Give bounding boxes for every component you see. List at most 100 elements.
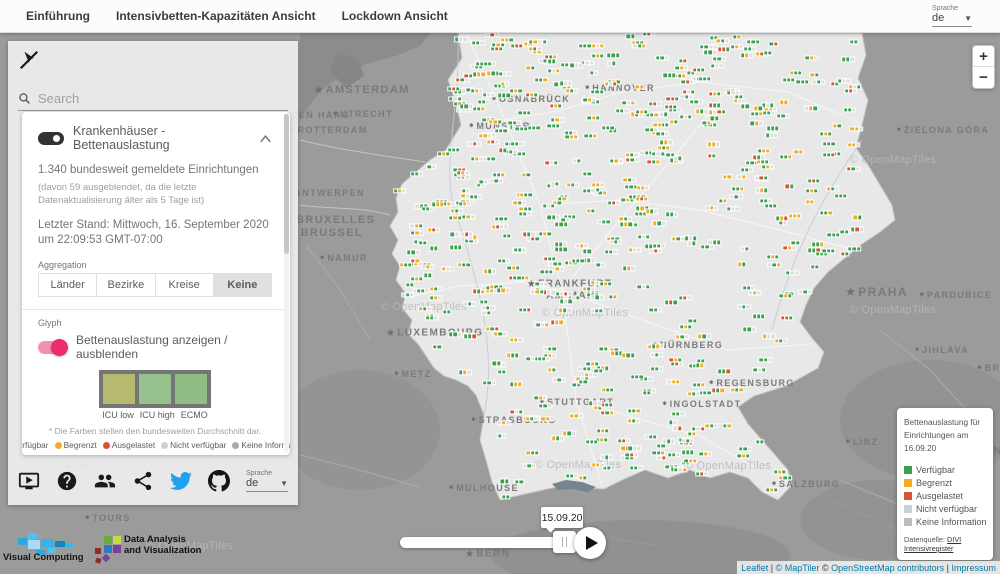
hospital-marker[interactable] xyxy=(611,352,623,355)
hospital-marker[interactable] xyxy=(469,142,481,145)
hospital-marker[interactable] xyxy=(509,121,521,124)
hospital-marker[interactable] xyxy=(762,165,774,168)
hospital-marker[interactable] xyxy=(579,44,591,47)
hospital-marker[interactable] xyxy=(609,296,616,299)
hospital-marker[interactable] xyxy=(507,354,519,357)
aggregation-kreise-button[interactable]: Kreise xyxy=(156,273,214,297)
hospital-marker[interactable] xyxy=(765,107,777,110)
hospital-marker[interactable] xyxy=(443,311,450,314)
hospital-marker[interactable] xyxy=(629,447,641,450)
aggregation-keine-button[interactable]: Keine xyxy=(214,273,272,297)
hospital-marker[interactable] xyxy=(526,418,538,421)
hospital-marker[interactable] xyxy=(650,249,662,252)
hospital-marker[interactable] xyxy=(626,453,638,456)
hospital-marker[interactable] xyxy=(477,183,484,186)
hospital-marker[interactable] xyxy=(516,127,528,130)
hospital-marker[interactable] xyxy=(784,246,796,249)
hospital-marker[interactable] xyxy=(811,74,818,77)
hospital-marker[interactable] xyxy=(709,92,721,95)
hospital-marker[interactable] xyxy=(460,105,472,108)
glyph-visibility-toggle[interactable] xyxy=(38,341,66,354)
hospital-marker[interactable] xyxy=(669,421,676,424)
hospital-marker[interactable] xyxy=(848,143,860,146)
hospital-marker[interactable] xyxy=(491,179,503,182)
hospital-marker[interactable] xyxy=(402,293,414,296)
hospital-marker[interactable] xyxy=(754,368,766,371)
hospital-marker[interactable] xyxy=(779,221,786,224)
hospital-marker[interactable] xyxy=(486,327,498,330)
hospital-marker[interactable] xyxy=(706,425,718,428)
hospital-marker[interactable] xyxy=(850,40,857,43)
hospital-marker[interactable] xyxy=(697,360,704,363)
hospital-marker[interactable] xyxy=(492,43,504,46)
hospital-marker[interactable] xyxy=(456,78,468,81)
hospital-marker[interactable] xyxy=(521,276,528,279)
hospital-marker[interactable] xyxy=(797,80,809,83)
hospital-marker[interactable] xyxy=(482,307,494,310)
hospital-marker[interactable] xyxy=(510,89,522,92)
hospital-marker[interactable] xyxy=(470,195,482,198)
hospital-marker[interactable] xyxy=(823,142,835,145)
hospital-marker[interactable] xyxy=(653,451,665,454)
hospital-marker[interactable] xyxy=(449,97,461,100)
hospital-marker[interactable] xyxy=(667,97,679,100)
hospital-marker[interactable] xyxy=(685,459,697,462)
hospital-marker[interactable] xyxy=(527,238,539,241)
hospital-marker[interactable] xyxy=(781,317,793,320)
hospital-marker[interactable] xyxy=(570,414,582,417)
hospital-marker[interactable] xyxy=(587,362,599,365)
tab-intensivbetten[interactable]: Intensivbetten-Kapazitäten Ansicht xyxy=(116,9,316,23)
hospital-marker[interactable] xyxy=(622,198,634,201)
hospital-marker[interactable] xyxy=(426,317,438,320)
hospital-marker[interactable] xyxy=(668,380,680,383)
hospital-marker[interactable] xyxy=(627,35,634,38)
hospital-marker[interactable] xyxy=(795,151,802,154)
hospital-marker[interactable] xyxy=(411,277,423,280)
hospital-marker[interactable] xyxy=(601,411,613,414)
hospital-marker[interactable] xyxy=(499,72,511,75)
hospital-marker[interactable] xyxy=(586,440,598,443)
hospital-marker[interactable] xyxy=(698,335,710,338)
hospital-marker[interactable] xyxy=(743,328,755,331)
hospital-marker[interactable] xyxy=(471,157,483,160)
hospital-marker[interactable] xyxy=(774,470,786,473)
hospital-marker[interactable] xyxy=(548,124,560,127)
hospital-marker[interactable] xyxy=(668,454,680,457)
hospital-marker[interactable] xyxy=(724,424,731,427)
hospital-marker[interactable] xyxy=(471,89,483,92)
hospital-marker[interactable] xyxy=(693,427,705,430)
hospital-marker[interactable] xyxy=(711,64,723,67)
hospital-marker[interactable] xyxy=(708,143,720,146)
hospital-marker[interactable] xyxy=(411,172,423,175)
hospital-marker[interactable] xyxy=(591,309,603,312)
hospital-marker[interactable] xyxy=(636,85,643,88)
hospital-marker[interactable] xyxy=(576,244,588,247)
hospital-marker[interactable] xyxy=(755,177,767,180)
hospital-marker[interactable] xyxy=(711,117,718,120)
hospital-marker[interactable] xyxy=(651,353,663,356)
hospital-marker[interactable] xyxy=(658,147,670,150)
hospital-marker[interactable] xyxy=(449,216,461,219)
hospital-marker[interactable] xyxy=(592,45,604,48)
hospital-marker[interactable] xyxy=(531,291,543,294)
hospital-marker[interactable] xyxy=(457,171,469,174)
hospital-marker[interactable] xyxy=(718,48,730,51)
hospital-marker[interactable] xyxy=(579,367,591,370)
hospital-marker[interactable] xyxy=(511,411,523,414)
hospital-marker[interactable] xyxy=(674,74,686,77)
hospital-marker[interactable] xyxy=(676,67,688,70)
hospital-marker[interactable] xyxy=(696,110,708,113)
hospital-marker[interactable] xyxy=(768,263,780,266)
hospital-marker[interactable] xyxy=(685,237,697,240)
hospital-marker[interactable] xyxy=(816,252,828,255)
hospital-marker[interactable] xyxy=(780,155,792,158)
hospital-marker[interactable] xyxy=(539,59,546,62)
hospital-marker[interactable] xyxy=(551,118,563,121)
attribution-link[interactable]: OpenStreetMap contributors xyxy=(831,563,944,573)
hospital-marker[interactable] xyxy=(813,80,825,83)
hospital-marker[interactable] xyxy=(591,281,598,284)
hospital-marker[interactable] xyxy=(630,466,642,469)
hospital-marker[interactable] xyxy=(664,74,676,77)
hospital-marker[interactable] xyxy=(541,270,553,273)
hospital-marker[interactable] xyxy=(473,107,485,110)
